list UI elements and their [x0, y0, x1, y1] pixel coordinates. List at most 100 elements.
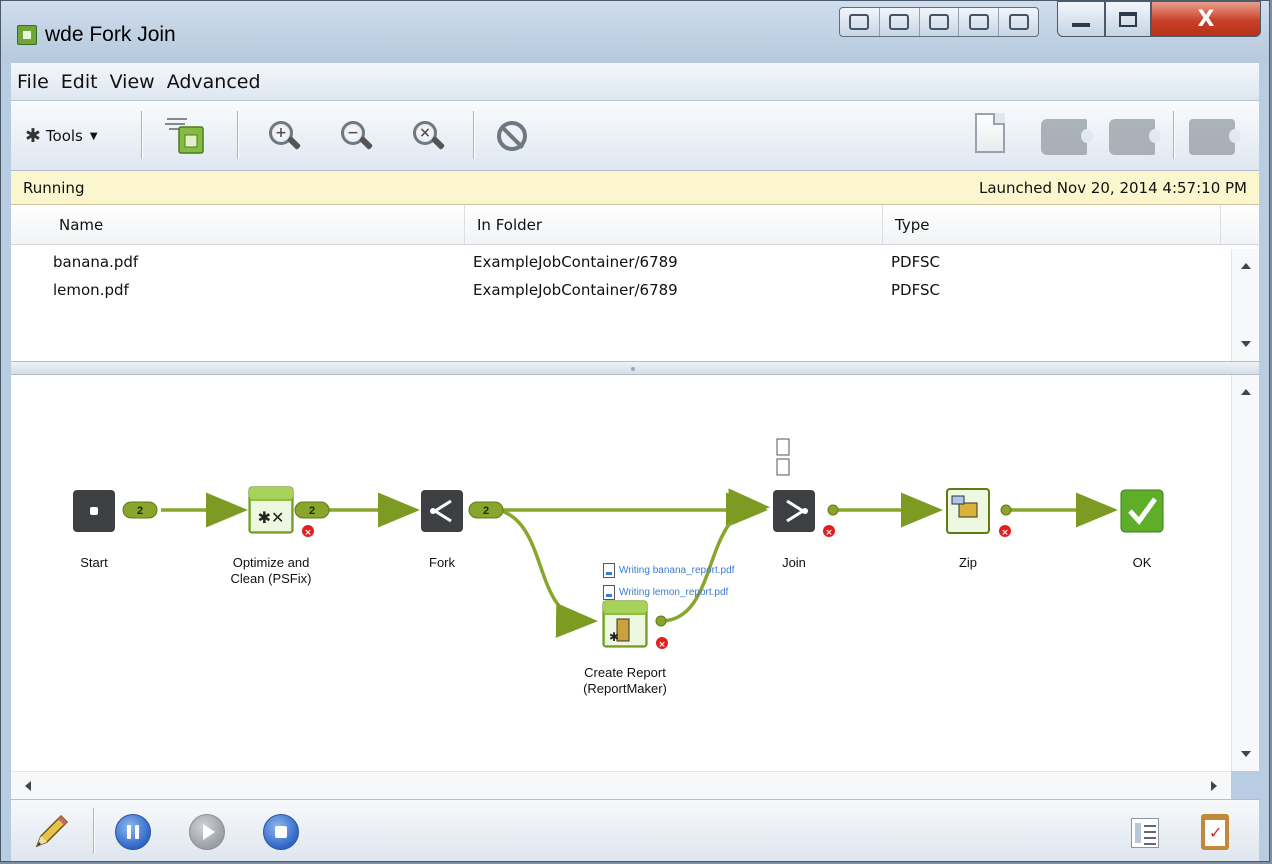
toolbar-separator	[237, 111, 238, 159]
document-icon	[603, 563, 615, 578]
table-row[interactable]: lemon.pdf ExampleJobContainer/6789 PDFSC	[11, 277, 1231, 305]
node-fork	[421, 490, 463, 532]
svg-text:✱: ✱	[609, 630, 619, 644]
extra-button-5[interactable]	[999, 8, 1038, 36]
menu-bar: File Edit View Advanced	[11, 63, 1259, 101]
label-fork: Fork	[429, 555, 455, 570]
cell-type: PDFSC	[891, 253, 940, 271]
stop-button[interactable]	[263, 814, 299, 850]
extra-button-4[interactable]	[959, 8, 1000, 36]
zoom-in-icon[interactable]: +	[269, 121, 302, 151]
extra-button-2[interactable]	[880, 8, 920, 36]
toolbar-separator	[1173, 111, 1174, 159]
table-row[interactable]: banana.pdf ExampleJobContainer/6789 PDFS…	[11, 249, 1231, 277]
remove-icon[interactable]	[1109, 119, 1161, 155]
cell-folder: ExampleJobContainer/6789	[473, 281, 678, 299]
node-start	[73, 490, 115, 532]
cell-type: PDFSC	[891, 281, 940, 299]
scroll-right-icon[interactable]	[1211, 781, 1217, 791]
scroll-up-icon[interactable]	[1241, 263, 1251, 269]
toolbar-separator	[473, 111, 474, 159]
tools-label: Tools	[45, 127, 83, 145]
minimize-button[interactable]	[1057, 1, 1105, 37]
bottom-separator	[93, 808, 94, 854]
cell-folder: ExampleJobContainer/6789	[473, 253, 678, 271]
node-join: ×	[773, 438, 835, 538]
tools-icon: ✱✕	[258, 508, 285, 527]
svg-text:×: ×	[304, 528, 312, 538]
title-bar: wde Fork Join X	[1, 1, 1269, 63]
column-header-type[interactable]: Type	[883, 205, 1221, 245]
badge-start: 2	[137, 505, 143, 517]
gear-icon: ✱	[25, 125, 41, 147]
status-state: Running	[23, 179, 85, 197]
edit-pencil-icon[interactable]	[31, 814, 71, 850]
node-ok	[1120, 489, 1164, 533]
flow-canvas: 2 2 2 ✱✕ × ✱ × × × Writing banana_report…	[11, 375, 1259, 771]
svg-text:×: ×	[658, 640, 666, 650]
maximize-button[interactable]	[1105, 1, 1151, 37]
label-ok: OK	[1132, 555, 1152, 570]
menu-file[interactable]: File	[15, 69, 51, 95]
label-report: Create Report (ReportMaker)	[583, 665, 667, 696]
column-header-folder[interactable]: In Folder	[465, 205, 883, 245]
window-title: wde Fork Join	[45, 23, 176, 46]
maximize-icon	[1119, 11, 1137, 27]
menu-view[interactable]: View	[108, 69, 157, 95]
favorite-icon[interactable]	[1041, 119, 1093, 155]
chevron-down-icon: ▼	[89, 130, 98, 142]
pause-button[interactable]	[115, 814, 151, 850]
column-header-name[interactable]: Name	[47, 205, 465, 245]
table-body: banana.pdf ExampleJobContainer/6789 PDFS…	[11, 249, 1231, 305]
toolbar-separator	[141, 111, 142, 159]
node-zip: ×	[946, 488, 1011, 538]
tools-button[interactable]: ✱ Tools ▼	[25, 123, 98, 149]
menu-advanced[interactable]: Advanced	[165, 69, 263, 95]
status-launched: Launched Nov 20, 2014 4:57:10 PM	[978, 179, 1247, 197]
bottom-toolbar	[11, 799, 1259, 861]
pane-splitter[interactable]	[11, 361, 1259, 375]
scroll-up-icon[interactable]	[1241, 389, 1251, 395]
label-start: Start	[80, 555, 108, 570]
scroll-down-icon[interactable]	[1241, 341, 1251, 347]
job-list-icon[interactable]	[1131, 818, 1159, 848]
ticket-icon[interactable]	[1189, 119, 1241, 155]
extra-button-3[interactable]	[920, 8, 960, 36]
cell-name: lemon.pdf	[53, 281, 129, 299]
badge-optimize: 2	[309, 505, 315, 517]
pause-icon	[127, 825, 139, 839]
app-window: wde Fork Join X File Edit View Advanced …	[0, 0, 1270, 862]
play-icon	[202, 824, 215, 840]
zoom-out-icon[interactable]: −	[341, 121, 374, 151]
label-optimize: Optimize and Clean (PSFix)	[230, 555, 312, 586]
table-scrollbar[interactable]	[1231, 249, 1259, 361]
label-zip: Zip	[958, 555, 978, 570]
stop-sign-icon[interactable]	[497, 121, 527, 151]
canvas-scrollbar[interactable]	[1231, 375, 1259, 771]
scroll-left-icon[interactable]	[25, 781, 31, 791]
flow-document-icon[interactable]	[161, 113, 207, 159]
scroll-down-icon[interactable]	[1241, 751, 1251, 757]
checklist-icon[interactable]	[1201, 814, 1229, 850]
zoom-reset-icon[interactable]: ×	[413, 121, 446, 151]
job-status-bar: Running Launched Nov 20, 2014 4:57:10 PM	[11, 171, 1259, 205]
file-table: Name In Folder Type banana.pdf ExampleJo…	[11, 205, 1259, 361]
badge-fork: 2	[483, 505, 489, 517]
svg-text:×: ×	[1001, 528, 1009, 538]
writing-status-2: Writing lemon_report.pdf	[603, 585, 728, 600]
toolbar: ✱ Tools ▼ + − ×	[11, 101, 1259, 171]
menu-edit[interactable]: Edit	[59, 69, 100, 95]
close-button[interactable]: X	[1151, 1, 1261, 37]
table-header: Name In Folder Type	[11, 205, 1259, 245]
window-extras	[839, 7, 1039, 37]
canvas-horizontal-scrollbar[interactable]	[11, 771, 1231, 799]
minimize-icon	[1072, 23, 1090, 27]
cell-name: banana.pdf	[53, 253, 139, 271]
new-document-icon[interactable]	[975, 113, 1005, 153]
play-button[interactable]	[189, 814, 225, 850]
svg-text:×: ×	[825, 528, 833, 538]
stop-icon	[275, 826, 287, 838]
label-join: Join	[782, 555, 806, 570]
extra-button-1[interactable]	[840, 8, 880, 36]
app-icon	[17, 25, 37, 45]
